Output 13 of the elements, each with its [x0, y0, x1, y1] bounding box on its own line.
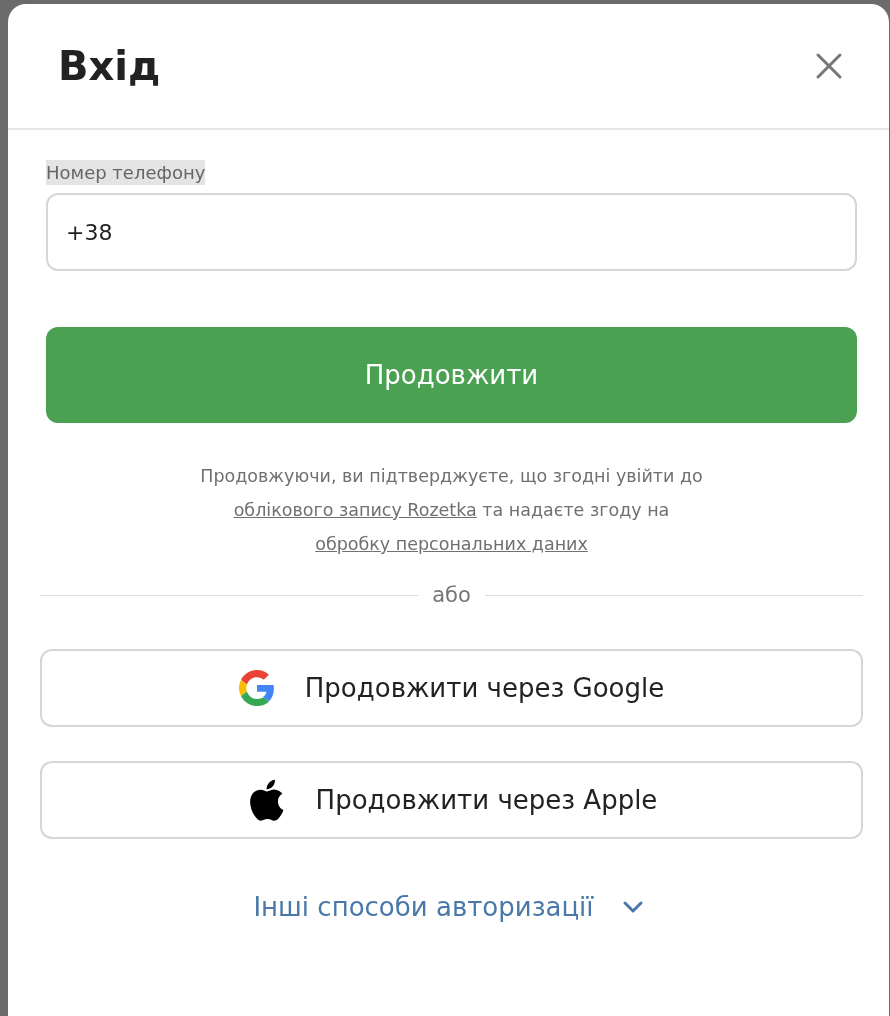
account-link[interactable]: облікового запису Rozetka — [233, 500, 477, 520]
close-icon[interactable] — [815, 52, 843, 80]
apple-button[interactable]: Продовжити через Apple — [40, 761, 863, 839]
google-button[interactable]: Продовжити через Google — [40, 649, 863, 727]
more-options-link[interactable]: Інші способи авторизації — [247, 891, 650, 923]
phone-label: Номер телефону — [46, 160, 206, 185]
consent-text: Продовжуючи, ви підтверджуєте, що згодні увійти до облікового запису Rozetka та надаєте згоду на обробку персональних даних — [199, 465, 704, 556]
personal-data-link[interactable]: обробку персональних даних — [315, 534, 588, 554]
phone-field[interactable]: +38 — [46, 193, 857, 271]
continue-button[interactable]: Продовжити — [46, 327, 857, 423]
dialog-title: Вхід — [58, 43, 161, 89]
separator-text: або — [432, 583, 471, 607]
google-icon — [238, 670, 275, 706]
